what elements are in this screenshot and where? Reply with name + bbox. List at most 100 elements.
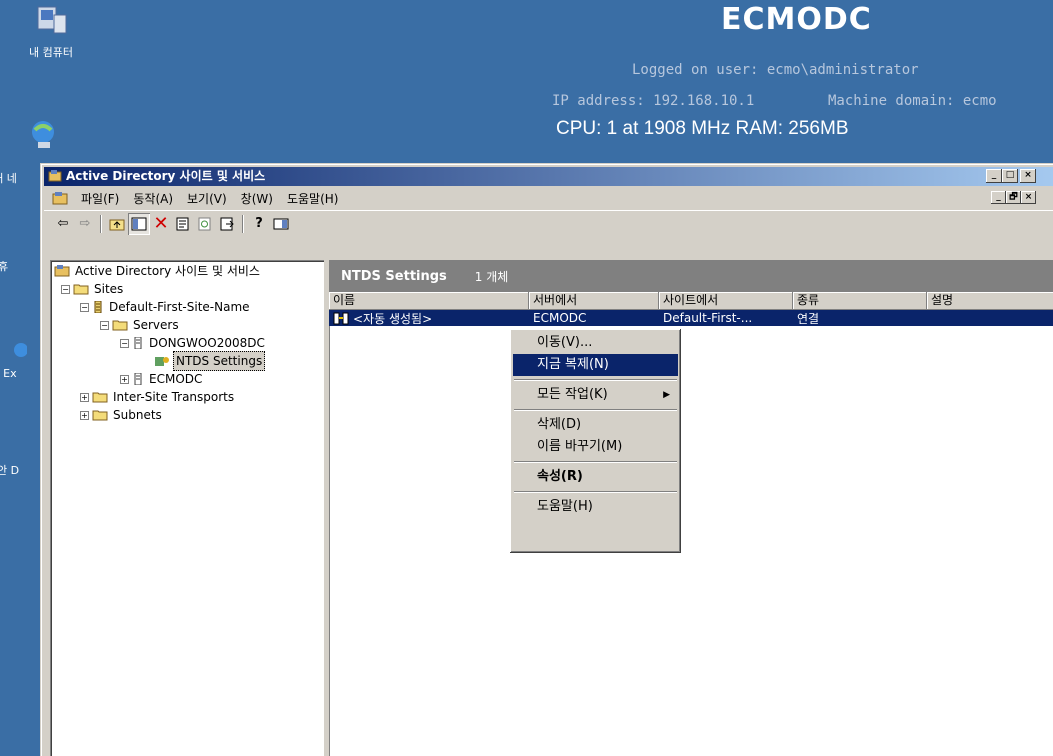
menu-item-label: 모든 작업(K): [537, 387, 608, 402]
mdi-close-button[interactable]: ×: [1021, 191, 1036, 204]
cell-type: 연결: [797, 311, 820, 326]
folder-icon: [92, 410, 108, 421]
computer-icon: [37, 6, 67, 34]
title-bar[interactable]: Active Directory 사이트 및 서비스 _ □ ×: [44, 167, 1053, 186]
cell-from-site: Default-First-...: [663, 311, 753, 325]
desktop-icon-recycle[interactable]: 휴: [0, 258, 28, 274]
mdi-restore-button[interactable]: 🗗: [1006, 191, 1021, 204]
menu-action[interactable]: 동작(A): [126, 190, 180, 207]
desktop-icon-my-computer[interactable]: 내 컴퓨터: [11, 5, 91, 60]
ad-sites-icon: [54, 265, 70, 277]
show-tree-icon[interactable]: [128, 212, 150, 235]
context-menu: 이동(V)... 지금 복제(N) 모든 작업(K) ▶ 삭제(D) 이름 바꾸…: [510, 329, 681, 553]
bginfo-hostname: ECMODC: [721, 2, 872, 37]
tree-ntds-settings[interactable]: NTDS Settings: [154, 351, 266, 371]
tree-servers[interactable]: − Servers: [100, 316, 181, 334]
col-type[interactable]: 종류: [793, 292, 927, 310]
menu-item-rename[interactable]: 이름 바꾸기(M): [513, 436, 678, 458]
submenu-arrow-icon: ▶: [663, 390, 670, 400]
tree-label: DONGWOO2008DC: [149, 336, 265, 350]
window-title: Active Directory 사이트 및 서비스: [66, 169, 266, 183]
toolbar: ⇦ ⇨ ✕ ?: [44, 210, 1053, 236]
menu-window[interactable]: 창(W): [234, 190, 280, 207]
delete-icon[interactable]: ✕: [150, 213, 172, 235]
tree-label: Sites: [94, 282, 124, 296]
menu-file[interactable]: 파일(F): [74, 190, 126, 207]
tree-server-dongwoo[interactable]: − DONGWOO2008DC: [120, 334, 267, 352]
details-header: NTDS Settings 1 개체: [329, 260, 1053, 292]
menu-separator: [513, 458, 678, 466]
expand-icon[interactable]: +: [120, 374, 129, 384]
collapse-icon[interactable]: −: [61, 284, 70, 294]
collapse-icon[interactable]: −: [100, 320, 109, 330]
menu-item-move[interactable]: 이동(V)...: [513, 332, 678, 354]
menu-item-properties[interactable]: 속성(R): [513, 466, 678, 488]
menu-item-delete[interactable]: 삭제(D): [513, 414, 678, 436]
tree-site-default[interactable]: − Default-First-Site-Name: [80, 298, 252, 316]
ntds-settings-icon: [155, 357, 169, 366]
ad-sites-icon: [48, 170, 62, 182]
menu-item-all-tasks[interactable]: 모든 작업(K) ▶: [513, 384, 678, 406]
list-item[interactable]: <자동 생성됨> ECMODC Default-First-... 연결: [329, 310, 1053, 326]
tree-label: ECMODC: [149, 372, 203, 386]
bginfo-hardware: CPU: 1 at 1908 MHz RAM: 256MB: [556, 118, 849, 139]
desktop-icon-ie[interactable]: In Ex: [0, 340, 28, 380]
details-count: 1 개체: [474, 269, 509, 284]
bginfo-logged-user: Logged on user: ecmo\administrator: [632, 62, 919, 78]
tree-label: Subnets: [113, 408, 162, 422]
console-menu-icon[interactable]: [52, 191, 68, 205]
desktop-icon-label: 휴: [0, 260, 9, 273]
caption-buttons: _ □ ×: [986, 169, 1036, 183]
collapse-icon[interactable]: −: [80, 302, 89, 312]
col-from-site[interactable]: 사이트에서: [659, 292, 793, 310]
forward-icon[interactable]: ⇨: [74, 213, 96, 235]
tree-label: Active Directory 사이트 및 서비스: [75, 264, 260, 278]
menu-separator: [513, 488, 678, 496]
collapse-icon[interactable]: −: [120, 338, 129, 348]
bginfo-domain: Machine domain: ecmo: [828, 93, 997, 109]
menu-bar: 파일(F) 동작(A) 보기(V) 창(W) 도움말(H) _ 🗗 ×: [44, 188, 1053, 208]
desktop-icon-label: In Ex: [0, 367, 17, 380]
menu-help[interactable]: 도움말(H): [280, 190, 346, 207]
desktop-icon-network[interactable]: [11, 118, 75, 157]
desktop-icon-security[interactable]: 보안 D: [0, 464, 28, 477]
help-icon[interactable]: ?: [248, 213, 270, 235]
back-icon[interactable]: ⇦: [52, 213, 74, 235]
tree-sites[interactable]: − Sites: [61, 280, 125, 298]
console-tree[interactable]: Active Directory 사이트 및 서비스 − Sites − Def…: [50, 260, 324, 756]
tree-label: Default-First-Site-Name: [109, 300, 250, 314]
col-from-server[interactable]: 서버에서: [529, 292, 659, 310]
col-name[interactable]: 이름: [329, 292, 529, 310]
menu-item-help[interactable]: 도움말(H): [513, 496, 678, 518]
cell-name: <자동 생성됨>: [353, 311, 433, 326]
menu-item-replicate-now[interactable]: 지금 복제(N): [513, 354, 678, 376]
expand-icon[interactable]: +: [80, 392, 89, 402]
tree-subnets[interactable]: + Subnets: [80, 406, 164, 424]
refresh-icon[interactable]: [194, 213, 216, 235]
expand-icon[interactable]: +: [80, 410, 89, 420]
menu-separator: [513, 406, 678, 414]
toolbar-separator: [100, 214, 102, 233]
details-pane: NTDS Settings 1 개체 이름 서버에서 사이트에서 종류 설명 <…: [329, 260, 1053, 756]
properties-icon[interactable]: [172, 213, 194, 235]
ie-icon: [14, 343, 28, 357]
maximize-button[interactable]: □: [1002, 169, 1018, 183]
up-folder-icon[interactable]: [106, 213, 128, 235]
mdi-minimize-button[interactable]: _: [991, 191, 1006, 204]
minimize-button[interactable]: _: [986, 169, 1002, 183]
menu-separator: [513, 376, 678, 384]
tree-inter-site-transports[interactable]: + Inter-Site Transports: [80, 388, 236, 406]
menu-view[interactable]: 보기(V): [180, 190, 234, 207]
tree-root[interactable]: Active Directory 사이트 및 서비스: [54, 262, 262, 280]
console-icon[interactable]: [270, 213, 292, 235]
tree-server-ecmodc[interactable]: + ECMODC: [120, 370, 204, 388]
toolbar-separator: [242, 214, 244, 233]
mdi-caption-buttons: _ 🗗 ×: [991, 191, 1036, 204]
col-description[interactable]: 설명: [927, 292, 1053, 310]
export-icon[interactable]: [216, 213, 238, 235]
network-icon: [32, 121, 54, 148]
server-icon: [134, 373, 142, 385]
column-headers: 이름 서버에서 사이트에서 종류 설명: [329, 292, 1053, 310]
close-button[interactable]: ×: [1020, 169, 1036, 183]
bginfo-ip: IP address: 192.168.10.1: [552, 93, 755, 109]
